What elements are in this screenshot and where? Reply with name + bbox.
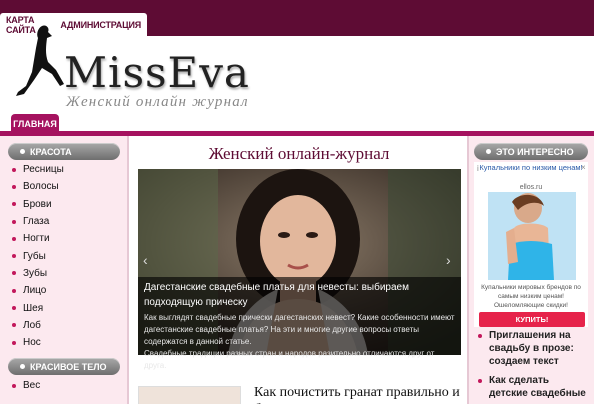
menu-item-eyelashes[interactable]: Ресницы (12, 161, 64, 178)
bullet-icon (12, 323, 16, 328)
bullet-icon (12, 167, 16, 172)
bullet-icon (12, 254, 16, 259)
tab-home[interactable]: ГЛАВНАЯ (11, 114, 59, 134)
bullet-icon (12, 202, 16, 207)
menu-item-forehead[interactable]: Лоб (12, 317, 64, 334)
page-title: Женский онлайн-журнал (208, 144, 390, 163)
bullet-icon (12, 184, 16, 189)
menu-item-eyes[interactable]: Глаза (12, 213, 64, 230)
menu-item-label: Ногти (23, 233, 50, 245)
ad-domain: ellos.ru (519, 184, 543, 191)
menu-item-label: Губы (23, 250, 46, 262)
bullet-icon (12, 271, 16, 276)
slider-next-icon[interactable]: › (446, 252, 451, 268)
sidebar-link[interactable]: Как сделать детские свадебные (478, 374, 588, 400)
bullet-icon (12, 219, 16, 224)
menu-item-label: Лоб (23, 319, 41, 331)
slide-caption: Дагестанские свадебные платья для невест… (138, 277, 461, 370)
slide-title[interactable]: Дагестанские свадебные платья для невест… (144, 280, 455, 310)
article-thumbnail[interactable] (138, 386, 241, 404)
bullet-icon (12, 306, 16, 311)
menu-item-label: Глаза (23, 216, 50, 228)
bullet-icon (12, 383, 16, 388)
slider-prev-icon[interactable]: ‹ (143, 252, 148, 268)
menu-item-label: Лицо (23, 285, 47, 297)
bullet-icon (20, 149, 25, 154)
interesting-header: ЭТО ИНТЕРЕСНО (474, 143, 588, 160)
menu-item-face[interactable]: Лицо (12, 282, 64, 299)
logo-subtitle: Женский онлайн журнал (66, 94, 249, 110)
menu-item-label: Шея (23, 302, 44, 314)
article-title[interactable]: Как почистить гранат правильно и быстро … (254, 384, 464, 404)
bullet-icon (478, 379, 482, 383)
menu-item-label: Волосы (23, 181, 59, 193)
menu-item-label: Зубы (23, 267, 48, 279)
sidebar-link-label: Приглашения на свадьбу в прозе: создаем … (489, 330, 574, 367)
menu-item-neck[interactable]: Шея (12, 299, 64, 316)
menu-item-label: Брови (23, 198, 52, 210)
ad-image[interactable] (488, 192, 576, 280)
swimsuit-model-image (488, 192, 576, 280)
bullet-icon (486, 149, 491, 154)
menu-item-nose[interactable]: Нос (12, 334, 64, 351)
menu-item-weight[interactable]: Вес (12, 377, 40, 394)
menu-item-lips[interactable]: Губы (12, 247, 64, 264)
ad-text: Купальники мировых брендов по самым низк… (481, 284, 581, 309)
sidebar-link-label: Как сделать детские свадебные (489, 375, 586, 399)
woman-silhouette-logo (16, 25, 64, 97)
slide-description: Как выглядят свадебные прически дагестан… (144, 313, 455, 346)
admin-link[interactable]: АДМИНИСТРАЦИЯ (54, 20, 147, 30)
bullet-icon (478, 334, 482, 338)
menu-item-eyebrows[interactable]: Брови (12, 196, 64, 213)
beauty-menu: Ресницы Волосы Брови Глаза Ногти Губы Зу… (12, 161, 64, 351)
slide-extra-text: Свадебные традиции разных стран и народо… (144, 349, 435, 370)
buy-button[interactable]: КУПИТЬ! (479, 312, 585, 327)
menu-item-label: Ресницы (23, 164, 64, 176)
menu-item-label: Вес (23, 380, 41, 392)
bullet-icon (12, 340, 16, 345)
category-header-beauty[interactable]: КРАСОТА (8, 143, 120, 160)
bullet-icon (12, 236, 16, 241)
sidebar-link[interactable]: Приглашения на свадьбу в прозе: создаем … (478, 329, 588, 368)
category-label: КРАСИВОЕ ТЕЛО (30, 361, 107, 372)
bullet-icon (20, 364, 25, 369)
menu-item-hair[interactable]: Волосы (12, 178, 64, 195)
category-header-body[interactable]: КРАСИВОЕ ТЕЛО (8, 358, 120, 375)
category-label: КРАСОТА (30, 146, 72, 157)
section-label: ЭТО ИНТЕРЕСНО (496, 146, 574, 157)
menu-item-nails[interactable]: Ногти (12, 230, 64, 247)
menu-item-teeth[interactable]: Зубы (12, 265, 64, 282)
menu-item-label: Нос (23, 337, 41, 349)
bullet-icon (12, 288, 16, 293)
logo-title[interactable]: MissEva (64, 52, 250, 94)
page: { "topnav": {"sitemap": "КАРТА САЙТА", "… (0, 0, 594, 404)
body-menu: Вес (12, 377, 40, 394)
ad-header[interactable]: Купальники по низким ценам! (474, 163, 588, 173)
